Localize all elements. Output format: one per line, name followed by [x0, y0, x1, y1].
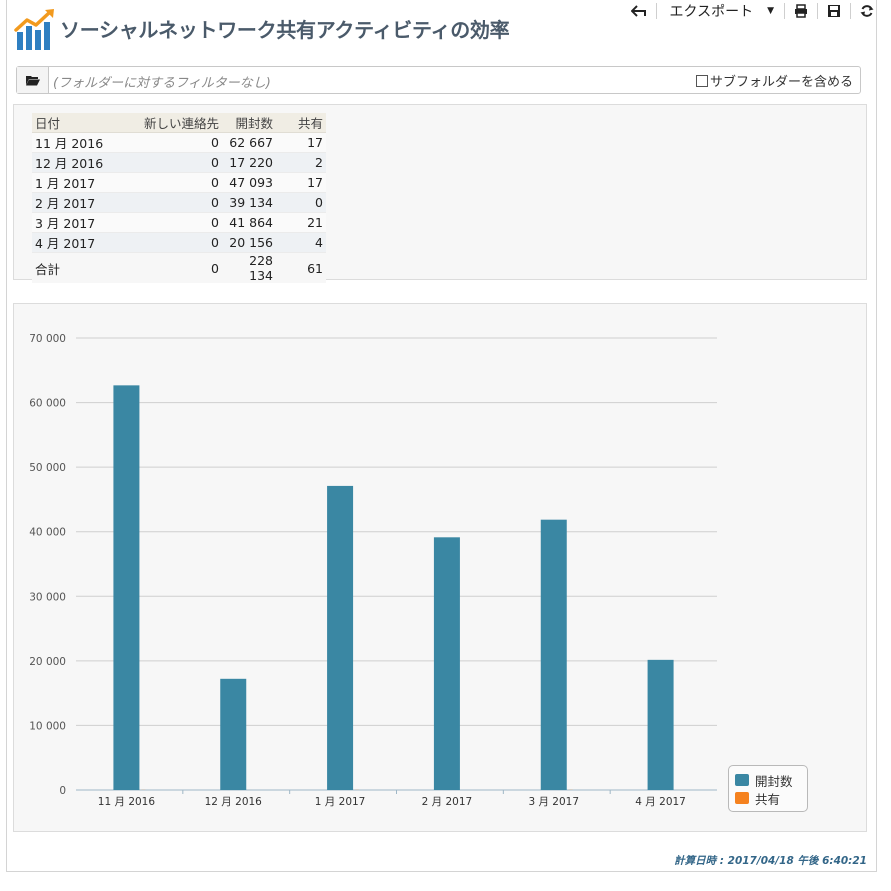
printer-icon — [795, 4, 807, 18]
include-subfolders-label: サブフォルダーを含める — [709, 75, 853, 90]
cell-new-contacts: 0 — [124, 152, 222, 173]
cell-shares: 2 — [276, 152, 326, 173]
cell-new-contacts: 0 — [124, 232, 222, 253]
summary-table: 日付 新しい連絡先 開封数 共有 11 月 2016 0 62 667 17 1… — [32, 113, 326, 283]
print-button[interactable] — [787, 0, 815, 22]
toolbar-divider — [850, 3, 851, 19]
cell-total-new-contacts: 0 — [124, 252, 222, 283]
bar-opens — [540, 519, 567, 790]
chart-trend-icon — [14, 9, 54, 50]
x-tick-label: 12 月 2016 — [205, 796, 263, 808]
include-subfolders-toggle[interactable]: サブフォルダーを含める — [695, 71, 853, 90]
column-header-shares[interactable]: 共有 — [276, 113, 326, 133]
cell-new-contacts: 0 — [124, 212, 222, 233]
cell-date: 3 月 2017 — [32, 212, 124, 233]
folder-filter-bar: (フォルダーに対するフィルターなし) サブフォルダーを含める — [16, 66, 861, 94]
cell-opens: 17 220 — [222, 152, 276, 173]
legend-item-shares[interactable]: 共有 — [735, 789, 801, 807]
computed-timestamp: 計算日時 : 2017/04/18 午後 6:40:21 — [674, 855, 867, 867]
cell-new-contacts: 0 — [124, 172, 222, 193]
folder-picker-button[interactable] — [17, 67, 49, 93]
table-row: 3 月 2017 0 41 864 21 — [32, 212, 326, 233]
cell-total-opens: 228 134 — [222, 252, 276, 283]
bar-opens — [647, 659, 674, 790]
folder-filter-input[interactable]: (フォルダーに対するフィルターなし) — [53, 72, 271, 91]
back-button[interactable] — [624, 0, 654, 22]
folder-open-icon — [25, 75, 40, 85]
page-title: ソーシャルネットワーク共有アクティビティの効率 — [60, 18, 510, 42]
floppy-disk-icon — [828, 5, 840, 17]
cell-shares: 17 — [276, 172, 326, 193]
cell-date: 1 月 2017 — [32, 172, 124, 193]
toolbar-divider — [656, 3, 658, 19]
x-tick-label: 4 月 2017 — [635, 796, 686, 808]
chart-legend: 開封数 共有 — [728, 765, 808, 812]
caret-down-icon: ▼ — [767, 6, 774, 16]
x-tick-label: 1 月 2017 — [315, 796, 366, 808]
y-tick-label: 70 000 — [29, 333, 66, 345]
export-label: エクスポート — [669, 4, 754, 20]
cell-shares: 0 — [276, 192, 326, 213]
legend-label-shares: 共有 — [755, 791, 781, 807]
cell-opens: 47 093 — [222, 172, 276, 193]
cell-shares: 4 — [276, 232, 326, 253]
cell-total-shares: 61 — [276, 252, 326, 283]
y-tick-label: 0 — [59, 785, 66, 797]
y-tick-label: 10 000 — [29, 720, 66, 732]
table-row: 2 月 2017 0 39 134 0 — [32, 192, 326, 213]
column-header-new-contacts[interactable]: 新しい連絡先 — [124, 113, 222, 133]
cell-new-contacts: 0 — [124, 132, 222, 153]
toolbar-divider — [817, 3, 818, 19]
table-row: 11 月 2016 0 62 667 17 — [32, 132, 326, 153]
legend-swatch-shares — [735, 792, 749, 804]
save-button[interactable] — [820, 0, 848, 22]
cell-date: 2 月 2017 — [32, 192, 124, 213]
column-header-opens[interactable]: 開封数 — [222, 113, 276, 133]
bar-opens — [433, 537, 460, 790]
table-row: 12 月 2016 0 17 220 2 — [32, 152, 326, 173]
cell-shares: 21 — [276, 212, 326, 233]
cell-date: 4 月 2017 — [32, 232, 124, 253]
table-row: 1 月 2017 0 47 093 17 — [32, 172, 326, 193]
cell-shares: 17 — [276, 132, 326, 153]
cell-date: 11 月 2016 — [32, 132, 124, 153]
bar-chart: 0 10 000 20 000 30 000 40 000 50 000 60 000 70 … — [29, 333, 717, 808]
cell-new-contacts: 0 — [124, 192, 222, 213]
y-tick-label: 50 000 — [29, 462, 66, 474]
legend-label-opens: 開封数 — [755, 773, 793, 789]
refresh-icon — [860, 5, 874, 17]
table-row: 4 月 2017 0 20 156 4 — [32, 232, 326, 253]
bar-opens — [327, 485, 354, 790]
toolbar-divider — [784, 3, 785, 19]
table-total-row: 合計 0 228 134 61 — [32, 252, 326, 283]
legend-swatch-opens — [735, 774, 749, 786]
bar-opens — [113, 385, 140, 790]
cell-opens: 62 667 — [222, 132, 276, 153]
y-tick-label: 30 000 — [29, 591, 66, 603]
x-tick-label: 3 月 2017 — [528, 796, 579, 808]
y-tick-label: 60 000 — [29, 398, 66, 410]
include-subfolders-checkbox[interactable] — [695, 74, 708, 87]
y-tick-label: 20 000 — [29, 656, 66, 668]
back-arrow-icon — [631, 5, 647, 17]
refresh-button[interactable] — [853, 0, 881, 22]
x-tick-label: 11 月 2016 — [98, 796, 156, 808]
column-header-date[interactable]: 日付 — [32, 113, 124, 133]
legend-item-opens[interactable]: 開封数 — [735, 771, 801, 789]
cell-total-label: 合計 — [32, 252, 124, 283]
y-tick-label: 40 000 — [29, 527, 66, 539]
cell-opens: 41 864 — [222, 212, 276, 233]
summary-table-panel: 日付 新しい連絡先 開封数 共有 11 月 2016 0 62 667 17 1… — [13, 104, 867, 283]
bar-opens — [220, 678, 247, 790]
report-toolbar: エクスポート ▼ — [624, 0, 881, 22]
chart-panel: 0 10 000 20 000 30 000 40 000 50 000 60 000 70 … — [13, 303, 867, 832]
table-header-row: 日付 新しい連絡先 開封数 共有 — [32, 113, 326, 133]
cell-opens: 20 156 — [222, 232, 276, 253]
cell-opens: 39 134 — [222, 192, 276, 213]
cell-date: 12 月 2016 — [32, 152, 124, 173]
export-button[interactable]: エクスポート ▼ — [659, 0, 782, 22]
x-tick-label: 2 月 2017 — [422, 796, 473, 808]
